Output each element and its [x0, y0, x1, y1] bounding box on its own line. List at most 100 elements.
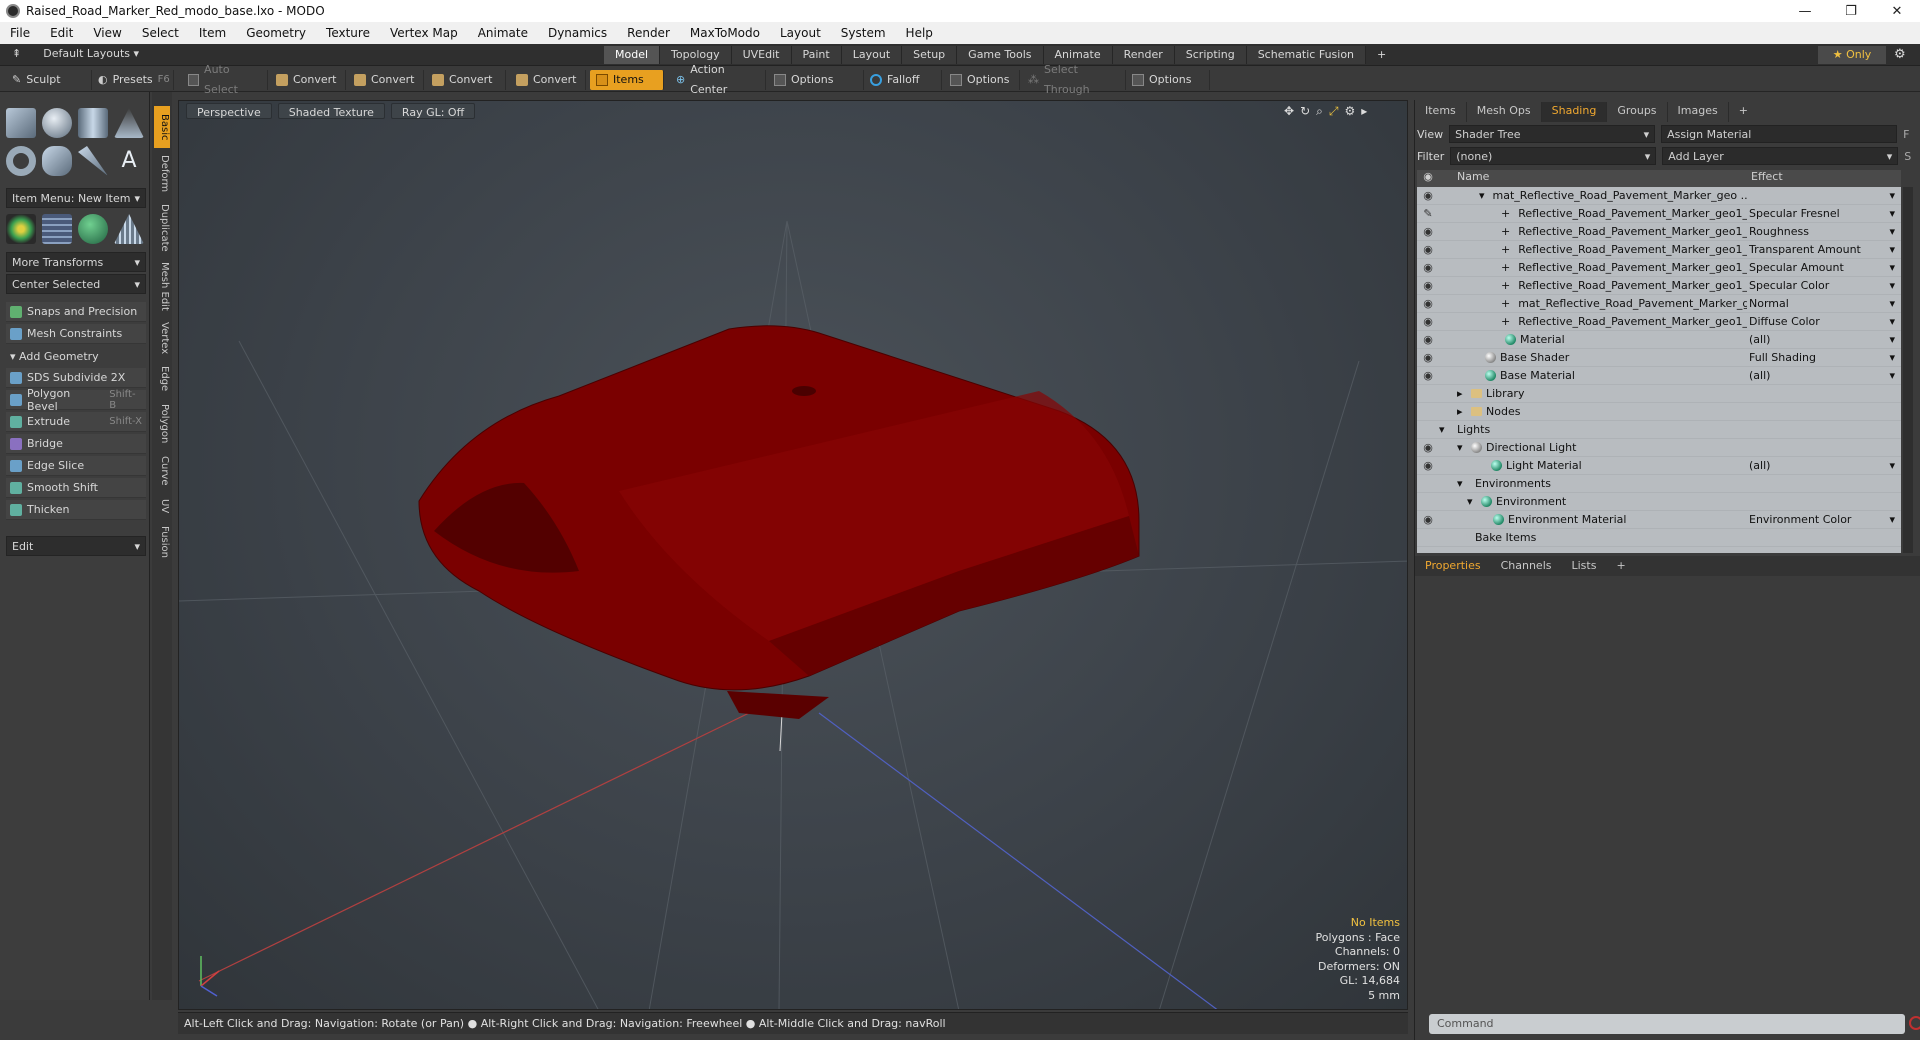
shader-tree-row[interactable]: Bake Items	[1417, 529, 1901, 547]
eye-icon[interactable]: ◉	[1417, 351, 1439, 364]
effect-dropdown[interactable]: Specular Fresnel ▾	[1749, 207, 1897, 220]
eye-icon[interactable]: ◉	[1417, 315, 1439, 328]
shader-tree-row[interactable]: ◉ ▾ Directional Light	[1417, 439, 1901, 457]
expand-icon[interactable]: ▾	[1457, 477, 1467, 490]
globe-icon[interactable]	[78, 214, 108, 244]
menu-system[interactable]: System	[831, 26, 896, 40]
command-record-icon[interactable]	[1909, 1016, 1920, 1030]
sds-subdivide-button[interactable]: SDS Subdivide 2X	[6, 368, 146, 388]
tab-uv[interactable]: UV	[154, 494, 170, 518]
cone-icon[interactable]	[114, 108, 144, 138]
menu-help[interactable]: Help	[896, 26, 943, 40]
shader-tree-row[interactable]: ▸ Library	[1417, 385, 1901, 403]
sculpt-button[interactable]: ✎ Sculpt	[6, 70, 92, 90]
cube-icon[interactable]	[6, 108, 36, 138]
more-transforms-dropdown[interactable]: More Transforms ▾	[6, 252, 146, 272]
tab-paint[interactable]: Paint	[791, 46, 842, 64]
expand-icon[interactable]: +	[1501, 225, 1510, 238]
eye-icon[interactable]: ◉	[1417, 261, 1439, 274]
view-dropdown[interactable]: Shader Tree ▾	[1449, 125, 1656, 143]
gear-icon[interactable]: ⚙	[1894, 47, 1906, 62]
only-button[interactable]: ★ Only	[1818, 46, 1886, 64]
effect-dropdown[interactable]: ▾	[1749, 189, 1897, 202]
tab-items[interactable]: Items	[1415, 102, 1467, 122]
falloff-options-button[interactable]: Options	[944, 70, 1020, 90]
effect-dropdown[interactable]: Diffuse Color ▾	[1749, 315, 1897, 328]
shader-tree-row[interactable]: ▾ Environments	[1417, 475, 1901, 493]
tab-layout[interactable]: Layout	[841, 46, 903, 64]
expand-icon[interactable]: +	[1501, 297, 1510, 310]
effect-dropdown[interactable]: Specular Amount ▾	[1749, 261, 1897, 274]
center-selected-dropdown[interactable]: Center Selected ▾	[6, 274, 146, 294]
shader-tree-row[interactable]: ▸ Nodes	[1417, 403, 1901, 421]
expand-icon[interactable]: +	[1501, 207, 1510, 220]
menu-vertex-map[interactable]: Vertex Map	[380, 26, 468, 40]
shader-tree-row[interactable]: ✎ + Reflective_Road_Pavement_Marker_geo1_ …	[1417, 205, 1901, 223]
add-layer-dropdown[interactable]: Add Layer ▾	[1662, 147, 1899, 165]
shading-mode-button[interactable]: Shaded Texture	[277, 103, 385, 119]
bridge-button[interactable]: Bridge	[6, 434, 146, 454]
expand-icon[interactable]: ▾	[1479, 189, 1485, 202]
shader-tree-row[interactable]: ◉ Base Material (all) ▾	[1417, 367, 1901, 385]
eye-icon[interactable]: ◉	[1417, 225, 1439, 238]
convert-polygons-button[interactable]: Convert	[426, 70, 506, 90]
blank-visibility[interactable]: ✎	[1417, 207, 1439, 220]
menu-file[interactable]: File	[0, 26, 40, 40]
shader-tree-row[interactable]: ◉ + Reflective_Road_Pavement_Marker_geo1_ …	[1417, 259, 1901, 277]
add-panel-tab-button[interactable]: +	[1729, 102, 1758, 122]
shader-tree-row[interactable]: ◉ ▾ mat_Reflective_Road_Pavement_Marker_ge…	[1417, 187, 1901, 205]
presets-button[interactable]: ◐ Presets F6	[92, 70, 174, 90]
shader-tree-row[interactable]: ▾ Lights	[1417, 421, 1901, 439]
menu-edit[interactable]: Edit	[40, 26, 83, 40]
eye-icon[interactable]: ◉	[1417, 369, 1439, 382]
rotate-view-icon[interactable]: ↻	[1300, 104, 1310, 119]
shader-tree-row[interactable]: ◉ Material (all) ▾	[1417, 331, 1901, 349]
tab-scripting[interactable]: Scripting	[1174, 46, 1247, 64]
falloff-button[interactable]: Falloff	[864, 70, 942, 90]
effect-dropdown[interactable]: Normal ▾	[1749, 297, 1897, 310]
capsule-icon[interactable]	[42, 146, 72, 176]
tab-game-tools[interactable]: Game Tools	[957, 46, 1044, 64]
expand-icon[interactable]: +	[1501, 315, 1510, 328]
eye-icon[interactable]: ◉	[1417, 459, 1439, 472]
shader-tree-row[interactable]: ◉ Light Material (all) ▾	[1417, 457, 1901, 475]
menu-select[interactable]: Select	[132, 26, 189, 40]
expand-icon[interactable]: ▸	[1457, 387, 1467, 400]
effect-dropdown[interactable]: Specular Color ▾	[1749, 279, 1897, 292]
effect-dropdown[interactable]: Roughness ▾	[1749, 225, 1897, 238]
edit-dropdown[interactable]: Edit ▾	[6, 536, 146, 556]
tab-mesh-ops[interactable]: Mesh Ops	[1467, 102, 1542, 122]
pen-icon[interactable]	[78, 146, 108, 176]
smooth-shift-button[interactable]: Smooth Shift	[6, 478, 146, 498]
tab-groups[interactable]: Groups	[1607, 102, 1668, 122]
expand-icon[interactable]: ▾	[1457, 441, 1467, 454]
polygon-bevel-button[interactable]: Polygon Bevel Shift-B	[6, 387, 146, 413]
shader-tree-row[interactable]: ◉ Environment Material Environment Color ▾	[1417, 511, 1901, 529]
locator-icon[interactable]	[6, 214, 36, 244]
tab-vertex[interactable]: Vertex	[154, 318, 170, 358]
layout-selector[interactable]: Default Layouts ▾	[43, 47, 139, 60]
thicken-button[interactable]: Thicken	[6, 500, 146, 520]
grid-icon[interactable]	[42, 214, 72, 244]
expand-icon[interactable]: ▸	[1457, 405, 1467, 418]
shader-tree-scrollbar[interactable]	[1903, 187, 1913, 553]
shader-tree-row[interactable]: ◉ Base Shader Full Shading ▾	[1417, 349, 1901, 367]
layout-arrow-icon[interactable]: ⇞	[12, 47, 21, 60]
fit-view-icon[interactable]: ⤢	[1329, 104, 1339, 119]
tab-deform[interactable]: Deform	[154, 152, 170, 196]
menu-layout[interactable]: Layout	[770, 26, 831, 40]
shader-tree-row[interactable]: ▾ Environment	[1417, 493, 1901, 511]
menu-texture[interactable]: Texture	[316, 26, 380, 40]
expand-icon[interactable]: +	[1501, 279, 1510, 292]
effect-dropdown[interactable]: Environment Color ▾	[1749, 513, 1897, 526]
tab-render[interactable]: Render	[1112, 46, 1175, 64]
menu-maxtomodo[interactable]: MaxToModo	[680, 26, 770, 40]
effect-dropdown[interactable]: Transparent Amount ▾	[1749, 243, 1897, 256]
eye-icon[interactable]: ◉	[1417, 333, 1439, 346]
shader-tree-row[interactable]: ◉ + Reflective_Road_Pavement_Marker_geo1_r…	[1417, 313, 1901, 331]
3d-viewport[interactable]	[178, 100, 1408, 1010]
sphere-icon[interactable]	[42, 108, 72, 138]
effect-dropdown[interactable]: (all) ▾	[1749, 333, 1897, 346]
expand-icon[interactable]: ▾	[1439, 423, 1449, 436]
add-properties-tab-button[interactable]: +	[1606, 556, 1635, 576]
